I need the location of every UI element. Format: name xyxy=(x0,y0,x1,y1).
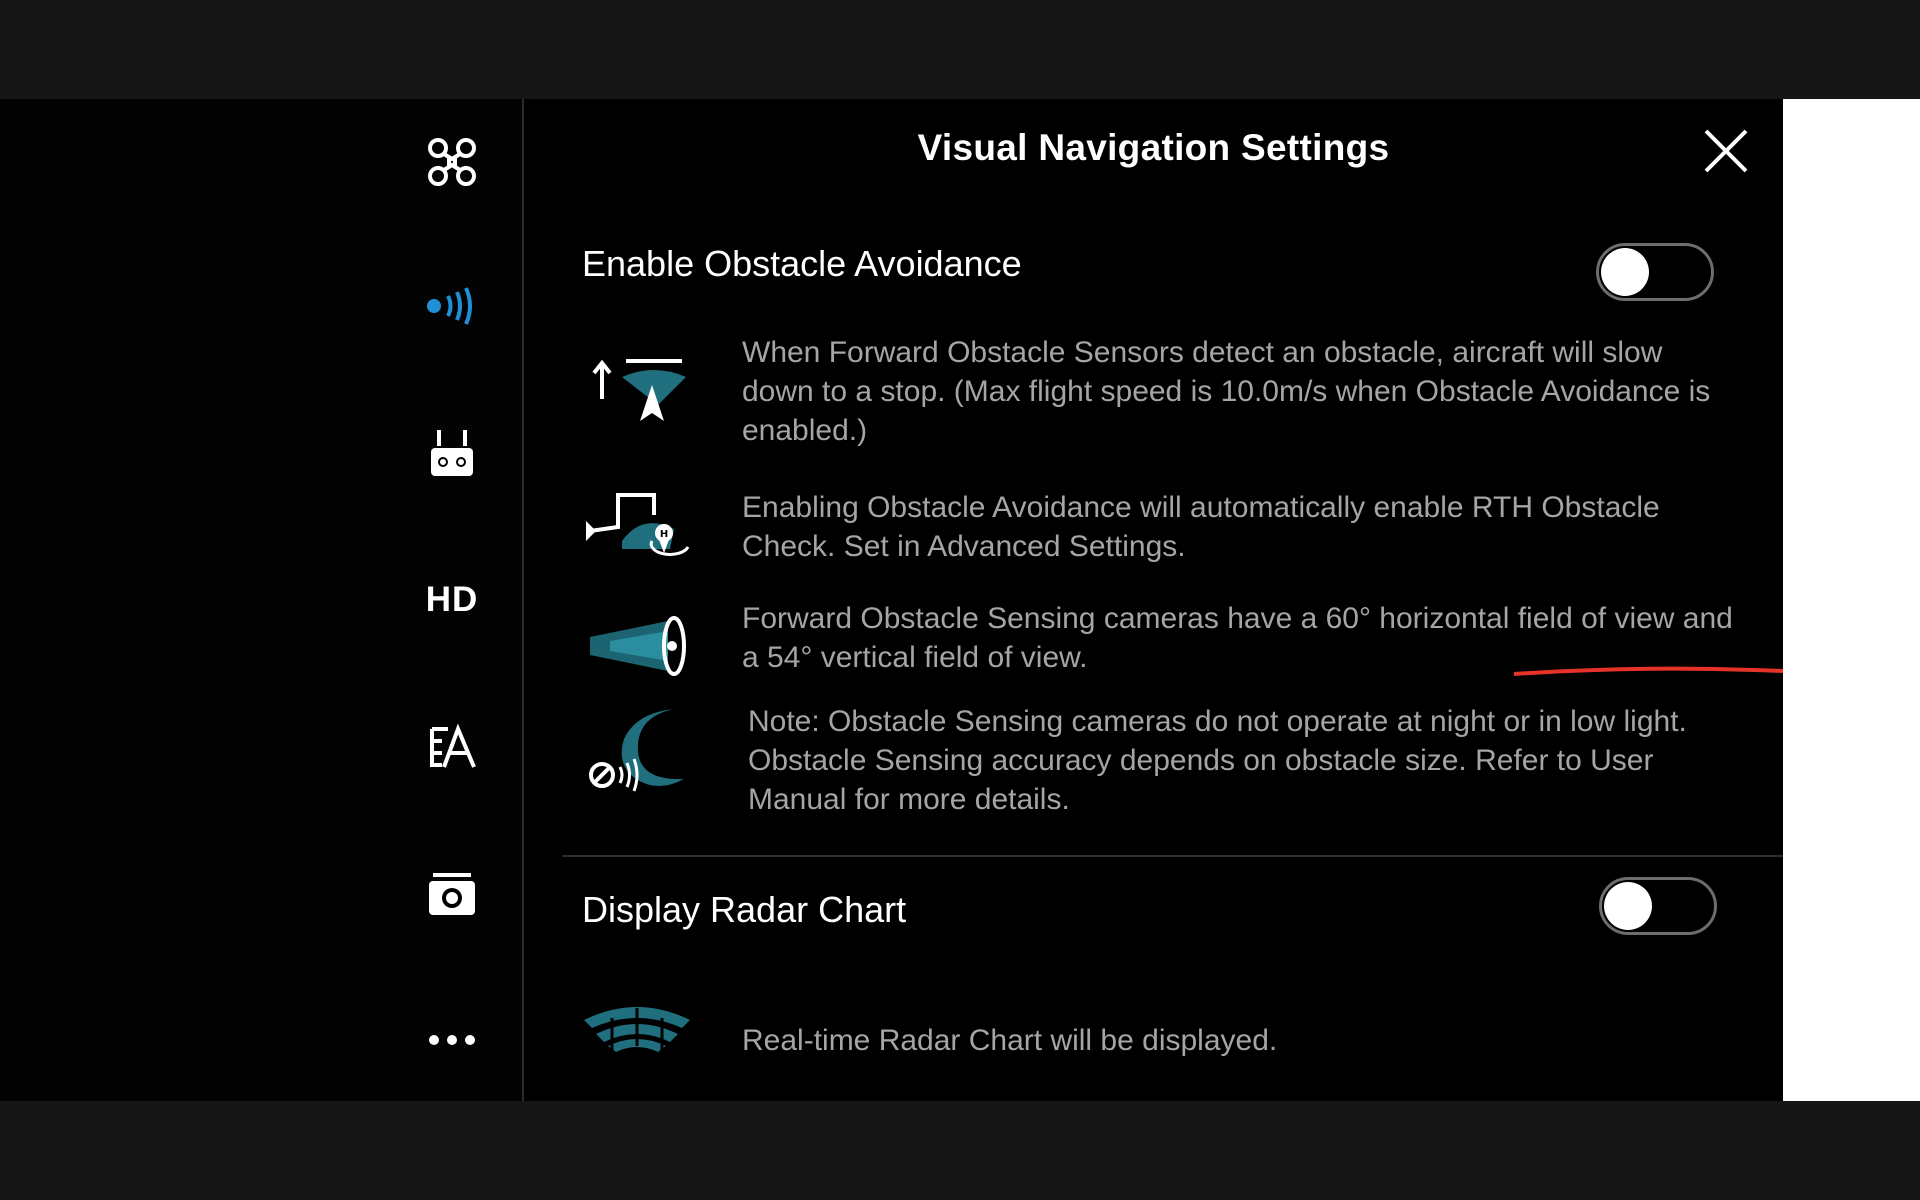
sidebar-item-more[interactable] xyxy=(412,1005,492,1075)
sidebar-item-hd[interactable]: HD xyxy=(412,565,492,635)
night-sensing-icon xyxy=(582,695,692,805)
hd-transmission-icon: HD xyxy=(425,580,479,619)
svg-text:H: H xyxy=(660,529,668,540)
settings-sidebar: HD xyxy=(0,99,522,1101)
remote-controller-icon xyxy=(431,430,473,476)
battery-icon xyxy=(430,723,476,768)
info-text-radar-chart: Real-time Radar Chart will be displayed. xyxy=(742,1024,1278,1057)
side-white-area xyxy=(1783,99,1920,1101)
section-divider xyxy=(562,855,1783,857)
obstacle-avoidance-label: Enable Obstacle Avoidance xyxy=(582,243,1022,284)
toggle-knob xyxy=(1604,882,1652,930)
page-title: Visual Navigation Settings xyxy=(917,127,1390,168)
sidebar-item-camera[interactable] xyxy=(412,859,492,929)
info-text-rth-obstacle-check: Enabling Obstacle Avoidance will automat… xyxy=(742,491,1660,563)
visual-navigation-settings-panel: Visual Navigation Settings Enable Obstac… xyxy=(524,99,1920,1104)
app-window: HD Visual Navigation Settings Enable Obs… xyxy=(0,99,1920,1104)
sensing-camera-fov-icon xyxy=(582,591,692,701)
forward-obstacle-icon xyxy=(582,337,692,447)
rth-obstacle-check-icon: H xyxy=(582,477,692,587)
sidebar-item-vision-sensors[interactable] xyxy=(412,271,492,341)
radar-chart-toggle[interactable] xyxy=(1599,877,1717,935)
drone-icon xyxy=(428,138,476,186)
close-icon xyxy=(1704,129,1748,173)
bottom-letterbox xyxy=(0,1101,1920,1200)
info-text-camera-fov: Forward Obstacle Sensing cameras have a … xyxy=(742,602,1733,674)
info-text-night-note: Note: Obstacle Sensing cameras do not op… xyxy=(748,705,1687,816)
close-button[interactable] xyxy=(1696,121,1756,181)
top-letterbox xyxy=(0,0,1920,99)
sidebar-item-remote-controller[interactable] xyxy=(412,419,492,489)
info-text-forward-obstacle: When Forward Obstacle Sensors detect an … xyxy=(742,336,1711,447)
radar-chart-icon xyxy=(582,994,692,1104)
radar-chart-label: Display Radar Chart xyxy=(582,889,907,930)
obstacle-avoidance-toggle[interactable] xyxy=(1596,243,1714,301)
sidebar-item-battery[interactable] xyxy=(412,711,492,781)
camera-icon xyxy=(429,873,475,915)
sidebar-item-aircraft[interactable] xyxy=(412,127,492,197)
toggle-knob xyxy=(1601,248,1649,296)
obstacle-sensing-icon xyxy=(427,287,472,325)
more-icon xyxy=(429,1035,475,1045)
